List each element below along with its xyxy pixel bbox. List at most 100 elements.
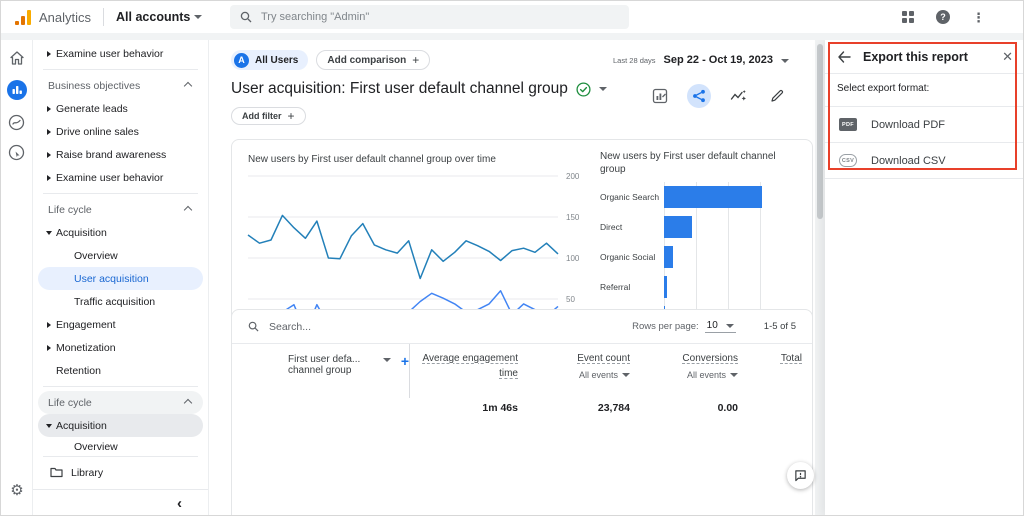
rows-per-page-label: Rows per page: — [632, 321, 699, 332]
sidebar-item-retention[interactable]: Retention — [38, 359, 203, 382]
sidebar-divider — [43, 456, 198, 457]
account-selector-label: All accounts — [116, 10, 191, 24]
search-placeholder: Try searching "Admin" — [261, 11, 370, 23]
chevron-down-icon[interactable] — [598, 87, 607, 91]
analytics-logo-icon[interactable] — [15, 9, 31, 25]
sidebar-item-drive-online-sales[interactable]: Drive online sales — [38, 120, 203, 143]
expand-right-icon — [47, 128, 51, 135]
total-value: 0.00 — [717, 402, 738, 414]
add-filter-chip[interactable]: Add filter + — [231, 107, 306, 125]
sidebar-divider — [43, 386, 198, 387]
close-icon[interactable]: ✕ — [1002, 49, 1013, 65]
sidebar-section-life-cycle[interactable]: Life cycle — [38, 391, 203, 414]
metric-header-conversions[interactable]: Conversions All events — [630, 352, 738, 398]
sidebar-item-engagement[interactable]: Engagement — [38, 313, 203, 336]
table-search-input[interactable]: Search... — [269, 321, 622, 333]
total-value: 1m 46s — [482, 402, 518, 414]
report-nav-sidebar: Examine user behavior Business objectives… — [33, 40, 209, 515]
add-comparison-chip[interactable]: Add comparison + — [316, 50, 431, 70]
sidebar-item-acquisition[interactable]: Acquisition — [38, 414, 203, 437]
total-value — [738, 402, 802, 414]
metric-header-total[interactable]: Total — [738, 352, 802, 398]
scrollbar-thumb[interactable] — [817, 44, 823, 219]
edit-report-icon[interactable] — [765, 84, 789, 108]
sidebar-item-traffic-acquisition[interactable]: Traffic acquisition — [38, 290, 203, 313]
rows-per-page-select[interactable]: 10 — [704, 320, 736, 333]
home-icon[interactable] — [9, 50, 25, 66]
chevron-up-icon — [183, 398, 193, 408]
insights-icon[interactable] — [726, 84, 750, 108]
sidebar-divider — [43, 193, 198, 194]
chevron-down-icon — [730, 372, 738, 377]
back-arrow-icon[interactable] — [837, 50, 851, 63]
page-title: User acquisition: First user default cha… — [231, 80, 568, 97]
metric-event-selector[interactable]: All events — [640, 370, 738, 380]
share-report-icon[interactable] — [687, 84, 711, 108]
customize-report-icon[interactable] — [648, 84, 672, 108]
sidebar-item-raise-brand-awareness[interactable]: Raise brand awareness — [38, 143, 203, 166]
metric-header-average-engagement-time[interactable]: Average engagement time — [410, 352, 518, 398]
sidebar-item-generate-leads[interactable]: Generate leads — [38, 97, 203, 120]
add-comparison-label: Add comparison — [327, 54, 407, 66]
sidebar-item-overview[interactable]: Overview — [38, 437, 203, 452]
expand-right-icon — [47, 174, 51, 181]
account-selector[interactable]: All accounts — [116, 10, 203, 24]
export-format-label: Select export format: — [837, 83, 930, 94]
dimension-header[interactable]: First user defa... channel group + — [232, 344, 410, 398]
report-main-area: A All Users Add comparison + Last 28 day… — [209, 40, 815, 515]
sidebar-item-library[interactable]: Library — [38, 461, 203, 484]
global-search-input[interactable]: Try searching "Admin" — [230, 5, 629, 29]
more-menu-icon[interactable]: ⋮ — [972, 11, 985, 24]
sidebar-item-examine-user-behavior[interactable]: Examine user behavior — [38, 166, 203, 189]
explore-icon[interactable] — [8, 114, 25, 131]
download-csv-button[interactable]: CSV Download CSV — [825, 142, 1023, 178]
bar-row-direct: Direct — [600, 212, 796, 242]
search-icon — [240, 11, 252, 23]
chevron-down-icon — [725, 323, 734, 328]
sidebar-section-business-objectives[interactable]: Business objectives — [38, 74, 203, 97]
csv-file-icon: CSV — [839, 154, 857, 167]
feedback-bubble-icon — [795, 470, 806, 482]
sidebar-section-life-cycle[interactable]: Life cycle — [38, 198, 203, 221]
advertising-icon[interactable] — [8, 144, 25, 161]
metric-header-event-count[interactable]: Event count All events — [518, 352, 630, 398]
vertical-scrollbar[interactable] — [815, 40, 825, 515]
download-pdf-button[interactable]: PDF Download PDF — [825, 106, 1023, 142]
reports-icon[interactable] — [6, 79, 28, 101]
export-panel-title: Export this report — [863, 49, 968, 64]
settings-gear-icon[interactable]: ⚙ — [1, 481, 33, 499]
expand-right-icon — [47, 321, 51, 328]
collapse-sidebar-icon[interactable]: ‹ — [177, 496, 182, 511]
sidebar-item-user-acquisition[interactable]: User acquisition — [38, 267, 203, 290]
metric-event-selector[interactable]: All events — [528, 370, 630, 380]
metric-headers: Average engagement time Event count All ev… — [410, 344, 812, 398]
bar — [664, 276, 667, 298]
sidebar-item-overview[interactable]: Overview — [38, 244, 203, 267]
sidebar-item-monetization[interactable]: Monetization — [38, 336, 203, 359]
apps-grid-icon[interactable] — [902, 11, 914, 23]
chevron-down-icon — [781, 59, 789, 63]
segment-avatar: A — [234, 52, 249, 68]
chevron-down-icon — [194, 15, 203, 19]
line-chart-title: New users by First user default channel … — [248, 154, 496, 165]
chevron-up-icon — [183, 205, 193, 215]
date-range-selector[interactable]: Last 28 days Sep 22 - Oct 19, 2023 — [613, 54, 789, 66]
add-dimension-icon[interactable]: + — [401, 354, 409, 368]
help-icon[interactable]: ? — [936, 10, 950, 24]
export-panel: Export this report ✕ Select export forma… — [825, 40, 1023, 515]
bar-row-organic-social: Organic Social — [600, 242, 796, 272]
all-users-chip[interactable]: A All Users — [231, 50, 309, 70]
data-quality-check-icon[interactable] — [576, 81, 591, 97]
chevron-down-icon — [622, 372, 630, 377]
expand-right-icon — [47, 105, 51, 112]
sidebar-item-examine-user-behavior[interactable]: Examine user behavior — [38, 42, 203, 65]
sidebar-item-acquisition[interactable]: Acquisition — [38, 221, 203, 244]
total-value: 23,784 — [597, 402, 630, 414]
table-toolbar: Search... Rows per page: 10 1-5 of 5 — [232, 310, 812, 344]
svg-text:150: 150 — [566, 213, 580, 222]
date-preset-label: Last 28 days — [613, 56, 656, 65]
date-range-label: Sep 22 - Oct 19, 2023 — [663, 54, 773, 66]
all-users-label: All Users — [255, 54, 299, 66]
feedback-button[interactable] — [787, 462, 814, 489]
logo-bar-tall — [27, 9, 31, 25]
